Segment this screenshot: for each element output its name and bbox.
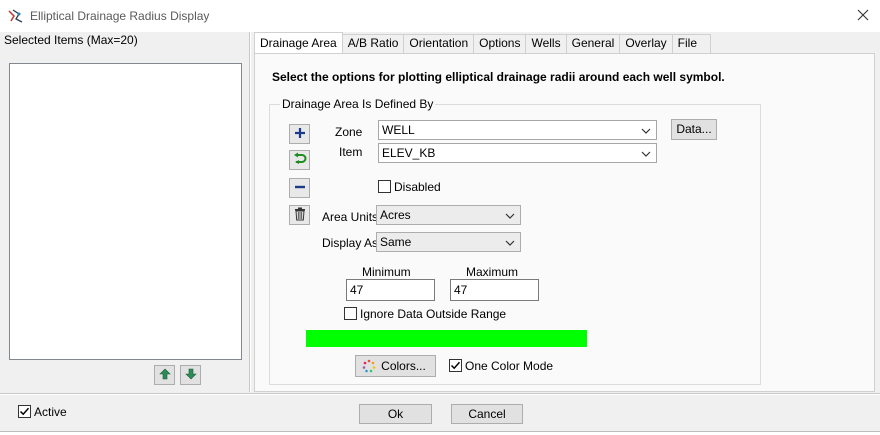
undo-button[interactable] <box>289 150 310 170</box>
title-bar: Elliptical Drainage Radius Display <box>0 0 880 32</box>
tab-wells[interactable]: Wells <box>526 34 567 53</box>
undo-icon <box>293 152 307 169</box>
maximum-input[interactable]: 47 <box>450 279 539 301</box>
arrow-up-icon <box>158 368 171 383</box>
zone-label: Zone <box>335 125 363 139</box>
remove-button[interactable] <box>289 178 310 198</box>
panel-heading: Select the options for plotting elliptic… <box>272 70 725 84</box>
plus-icon <box>294 127 306 142</box>
area-units-value: Acres <box>380 208 411 222</box>
footer-separator <box>0 393 880 395</box>
display-as-dropdown[interactable]: Same <box>376 232 521 252</box>
chevron-down-icon <box>640 124 652 136</box>
tab-overlay[interactable]: Overlay <box>620 34 673 53</box>
maximum-label: Maximum <box>466 265 519 279</box>
one-color-label: One Color Mode <box>465 359 554 373</box>
ignore-range-label: Ignore Data Outside Range <box>360 307 507 321</box>
close-icon <box>857 9 869 24</box>
chevron-down-icon <box>504 236 516 248</box>
pane-separator <box>249 32 251 392</box>
item-value: ELEV_KB <box>382 146 436 160</box>
cancel-button[interactable]: Cancel <box>451 404 523 424</box>
data-button[interactable]: Data... <box>671 119 717 140</box>
minimum-input[interactable]: 47 <box>346 279 435 301</box>
move-down-button[interactable] <box>180 365 201 385</box>
one-color-checkbox[interactable] <box>449 359 462 372</box>
delete-button[interactable] <box>289 205 310 225</box>
window-bottom-edge <box>0 431 880 435</box>
selected-items-list[interactable] <box>9 63 242 360</box>
chevron-down-icon <box>504 209 516 221</box>
item-label: Item <box>339 145 363 159</box>
disabled-checkbox[interactable] <box>378 180 391 193</box>
colors-button-label: Colors... <box>381 359 426 373</box>
active-checkbox[interactable] <box>18 405 31 418</box>
selected-items-label: Selected Items (Max=20) <box>4 33 138 47</box>
zone-value: WELL <box>382 123 415 137</box>
app-icon <box>8 8 24 24</box>
group-label: Drainage Area Is Defined By <box>280 97 436 111</box>
trash-icon <box>294 207 306 224</box>
color-bar <box>306 330 587 347</box>
color-wheel-icon <box>362 359 376 379</box>
arrow-down-icon <box>184 368 197 383</box>
drainage-area-group: Drainage Area Is Defined By Zone WELL Da… <box>269 97 761 385</box>
item-dropdown[interactable]: ELEV_KB <box>378 143 657 163</box>
minus-icon <box>294 181 306 196</box>
window-title: Elliptical Drainage Radius Display <box>30 9 210 23</box>
minimum-label: Minimum <box>362 265 411 279</box>
tab-strip: Drainage Area A/B Ratio Orientation Opti… <box>254 32 711 53</box>
move-up-button[interactable] <box>154 365 175 385</box>
ignore-range-checkbox[interactable] <box>344 307 357 320</box>
area-units-label: Area Units <box>322 210 379 224</box>
display-as-label: Display As <box>322 236 379 250</box>
checkmark-icon <box>19 407 30 416</box>
add-button[interactable] <box>289 124 310 144</box>
tab-ab-ratio[interactable]: A/B Ratio <box>342 34 405 53</box>
tab-drainage-area[interactable]: Drainage Area <box>254 32 343 53</box>
tab-options[interactable]: Options <box>474 34 527 53</box>
active-label: Active <box>34 405 67 419</box>
tab-orientation[interactable]: Orientation <box>404 34 475 53</box>
display-as-value: Same <box>380 235 412 249</box>
zone-dropdown[interactable]: WELL <box>378 120 657 140</box>
tab-general[interactable]: General <box>566 34 621 53</box>
close-button[interactable] <box>846 0 880 32</box>
area-units-dropdown[interactable]: Acres <box>376 205 521 225</box>
chevron-down-icon <box>640 147 652 159</box>
drainage-area-panel: Select the options for plotting elliptic… <box>254 53 875 392</box>
colors-button[interactable]: Colors... <box>355 355 436 377</box>
tab-file[interactable]: File <box>672 34 711 53</box>
disabled-label: Disabled <box>394 180 441 194</box>
ok-button[interactable]: Ok <box>359 404 432 424</box>
checkmark-icon <box>450 361 461 370</box>
